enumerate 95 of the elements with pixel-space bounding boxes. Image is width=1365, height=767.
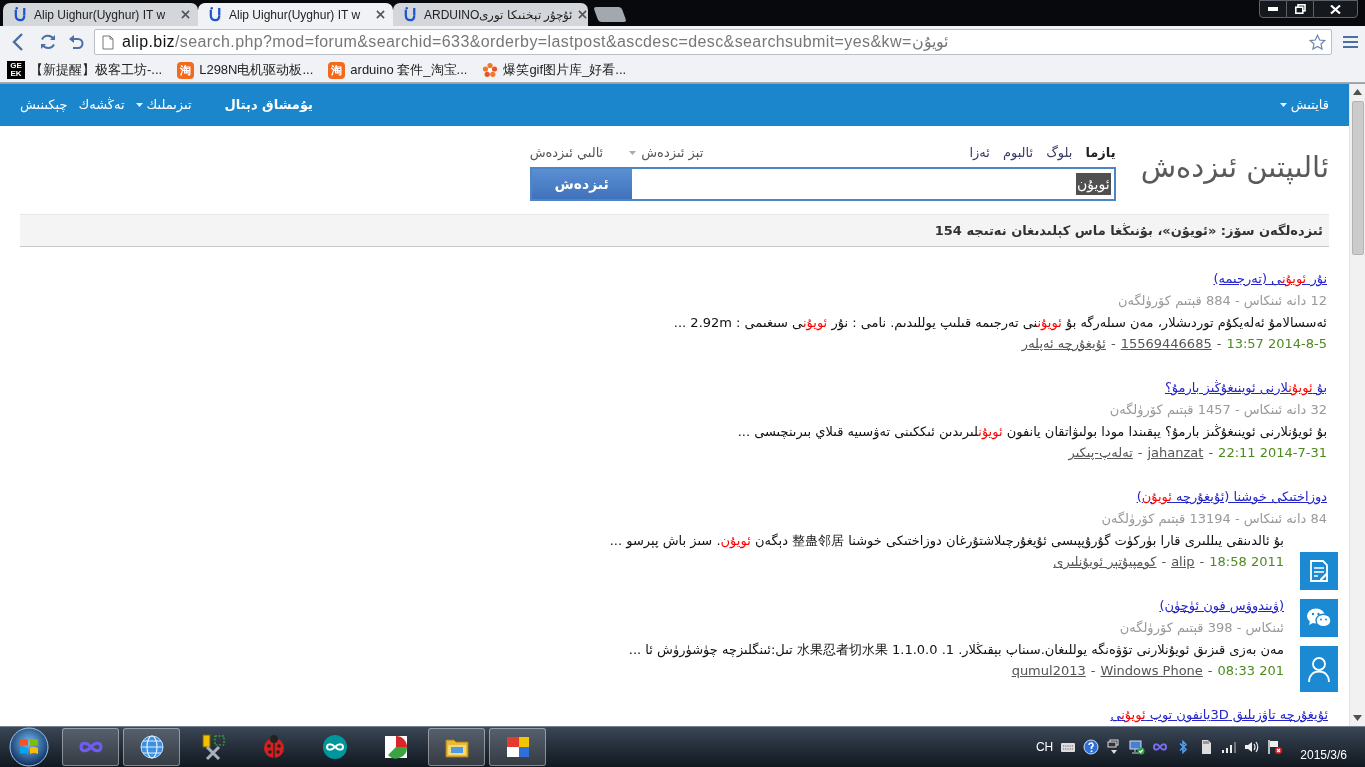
- result-snippet: ئەسسالامۇ ئەلەيكۇم توردىشلار، مەن سىلەرگە بۇ ئويۇننى تەرجىمە قىلىپ يوللىدىم. نامى : نۇر ئويۇنى سىغىمى : 2.92m ...: [673, 315, 1327, 330]
- author-link[interactable]: alip: [1171, 554, 1195, 569]
- flower-icon: [482, 62, 499, 78]
- search-link[interactable]: ئالىي ئىزدەش: [529, 143, 604, 163]
- nav-link[interactable]: يۇمشاق دېتال: [224, 95, 313, 115]
- author-link[interactable]: qumul2013: [1011, 663, 1086, 678]
- globe-icon[interactable]: [123, 728, 180, 766]
- letter-badge-icon: GE EK: [7, 61, 25, 79]
- author-link[interactable]: jahanzat: [1147, 445, 1204, 460]
- result-snippet: بۇ ئويۇنلارنى ئوينىغۇڭىز بارمۇ؟ يېقىندا مودا بولىۋاتقان يانفون ئويۇنلىرىدىن ئىككىنى تەۋسىيە قىلاي بىرىنچىسى ...: [737, 424, 1327, 439]
- search-tab[interactable]: ئەزا: [969, 143, 990, 163]
- forum-link[interactable]: ئۇيغۇرچە ئەپلەر: [1021, 336, 1106, 351]
- separator-text: -: [1199, 554, 1205, 569]
- forum-link[interactable]: تەلەپ-پىكىر: [1068, 445, 1133, 460]
- author-link[interactable]: 15569446685: [1120, 336, 1212, 351]
- arrow-down-icon[interactable]: [1353, 715, 1362, 721]
- logo-icon: [13, 7, 28, 22]
- forum-link[interactable]: كومپيۇتېر ئويۇنلىرى: [1053, 554, 1157, 569]
- clock-date[interactable]: 2015/3/6: [1300, 746, 1347, 764]
- nav-link[interactable]: چېكىنىش: [20, 95, 68, 115]
- caret-icon: [1279, 103, 1287, 107]
- language-indicator[interactable]: CH: [1035, 738, 1054, 756]
- bookmark-link[interactable]: 爆笑gif图片库_好看...: [479, 59, 630, 81]
- result-title-link[interactable]: (ۋىندوۋس فون ئۈچۈن): [1159, 598, 1284, 613]
- arrow-up-icon[interactable]: [1353, 89, 1362, 95]
- document-pen-icon[interactable]: [1300, 552, 1338, 590]
- monitor-check-icon[interactable]: [1129, 739, 1146, 755]
- post-date: 2014-8-5 13:57: [1226, 336, 1327, 351]
- site-logo[interactable]: ئالىپتىن ئىزدەش: [1140, 143, 1329, 191]
- result-snippet: مەن بەزى قىزىق ئويۇنلارنى تۆۋەنگە يوللىغان.سىناپ بېقىڭلار. 1. 1.1.0.0 水果忍者切水果 تىل:ئىنگلىزچە چۈشۈرۈش ئا ...: [628, 642, 1284, 657]
- result-stats: 12 دانە ئىنكاس - 884 قېتىم كۆرۈلگەن: [1117, 293, 1327, 308]
- caret-icon: [629, 151, 637, 155]
- star-icon[interactable]: [1309, 33, 1326, 51]
- new-tab-icon[interactable]: [593, 7, 627, 22]
- close-icon[interactable]: [376, 10, 385, 19]
- start-icon[interactable]: [9, 727, 49, 767]
- nav-link[interactable]: قايتىش: [1279, 95, 1329, 115]
- post-date: 201 08:33: [1217, 663, 1284, 678]
- search-link[interactable]: تېز ئىزدەش: [629, 143, 704, 163]
- browser-tab[interactable]: ARDUINOئۇچۇر تېخنىكا تورى: [393, 3, 588, 26]
- separator-text: -: [1161, 554, 1167, 569]
- undo-arrow-icon[interactable]: [68, 33, 84, 51]
- infinity-icon[interactable]: [62, 728, 119, 766]
- search-value: ئويۇن: [1076, 173, 1111, 195]
- result-title-link[interactable]: دوزاختىكى خوشنا (ئۇيغۇرچە ئويۇن): [1136, 489, 1327, 504]
- bookmark-link[interactable]: GE EK 【新提醒】极客工坊-...: [4, 59, 166, 81]
- browser-tab[interactable]: Alip Uighur(Uyghur) IT w: [198, 3, 393, 26]
- back-icon[interactable]: [11, 32, 25, 52]
- scrollbar-thumb[interactable]: [1351, 101, 1364, 255]
- result-title-link[interactable]: نۇر ئويۇنى (تەرجىمە): [1213, 271, 1327, 286]
- search-tab[interactable]: يازما: [1085, 143, 1116, 163]
- signal-bars-icon[interactable]: [1221, 739, 1238, 755]
- result-title-link[interactable]: بۇ ئويۇنلارنى ئوينىغۇڭىز بارمۇ؟: [1164, 380, 1327, 395]
- browser-tab[interactable]: Alip Uighur(Uyghur) IT w: [3, 3, 198, 26]
- result-stats: ئىنكاس - 398 قېتىم كۆرۈلگەن: [1119, 620, 1284, 635]
- logo-icon: [208, 7, 223, 22]
- separator-text: -: [1090, 663, 1096, 678]
- separator-text: -: [1137, 445, 1143, 460]
- folder-icon[interactable]: [428, 728, 485, 766]
- window-tiles-icon[interactable]: [489, 728, 546, 766]
- help-icon[interactable]: [1083, 739, 1100, 755]
- chat-bubbles-icon[interactable]: [1300, 599, 1338, 637]
- menu-icon[interactable]: [1343, 35, 1358, 49]
- search-tab[interactable]: بلوگ: [1046, 143, 1073, 163]
- result-snippet: بۇ ئالدىنقى يىللىرى قارا بۈركۈت گۇرۇپپىسى ئۇيغۇرچىلاشتۇرغان دوزاختىكى خوشنا 整蛊邻居 دېگەن ئويۇن. سىز باش پېرسو ...: [609, 533, 1284, 548]
- speaker-icon[interactable]: [1244, 739, 1261, 755]
- page-icon: [102, 34, 114, 50]
- person-icon[interactable]: [1300, 646, 1338, 692]
- separator-text: -: [1208, 445, 1214, 460]
- nav-link[interactable]: تەڭشەك: [78, 95, 125, 115]
- search-tab[interactable]: ئالبوم: [1002, 143, 1034, 163]
- restore-icon[interactable]: [1287, 0, 1313, 18]
- character-badge-icon: 淘: [177, 61, 195, 79]
- search-button[interactable]: ئىزدەش: [531, 169, 632, 199]
- result-title-link[interactable]: ئۇيغۇرچە تاۋزىلىق 3Dيانفون توپ ئويۇنى: [1110, 707, 1328, 722]
- post-date: 2014-7-31 22:11: [1218, 445, 1327, 460]
- logo-icon: [403, 7, 418, 22]
- minimize-icon[interactable]: [1259, 0, 1287, 18]
- forum-link[interactable]: Windows Phone: [1100, 663, 1203, 678]
- caret-icon: [135, 103, 143, 107]
- nav-link[interactable]: تىزىملىك: [135, 95, 192, 115]
- separator-text: -: [1111, 336, 1116, 351]
- bookmark-link[interactable]: 淘 arduino 套件_淘宝...: [325, 59, 471, 81]
- character-badge-icon: 淘: [328, 61, 346, 79]
- result-stats: 32 دانە ئىنكاس - 1457 قېتىم كۆرۈلگەن: [1109, 402, 1327, 417]
- result-stats: 84 دانە ئىنكاس - 13194 قېتىم كۆرۈلگەن: [1101, 511, 1327, 526]
- search-field[interactable]: ئويۇن: [631, 169, 1114, 199]
- bookmark-link[interactable]: 淘 L298N电机驱动板...: [174, 59, 317, 81]
- flag-icon[interactable]: [1267, 739, 1284, 755]
- separator-text: -: [1216, 336, 1222, 351]
- reload-icon[interactable]: [39, 33, 57, 51]
- close-icon[interactable]: [1313, 0, 1358, 18]
- separator-text: -: [1207, 663, 1213, 678]
- post-date: 2011 18:58: [1209, 554, 1284, 569]
- results-summary: ئىزدەلگەن سۆز: «ئويۇن»، بۇنىڭغا ماس كېلىدىغان نەتىجە 154: [934, 221, 1323, 240]
